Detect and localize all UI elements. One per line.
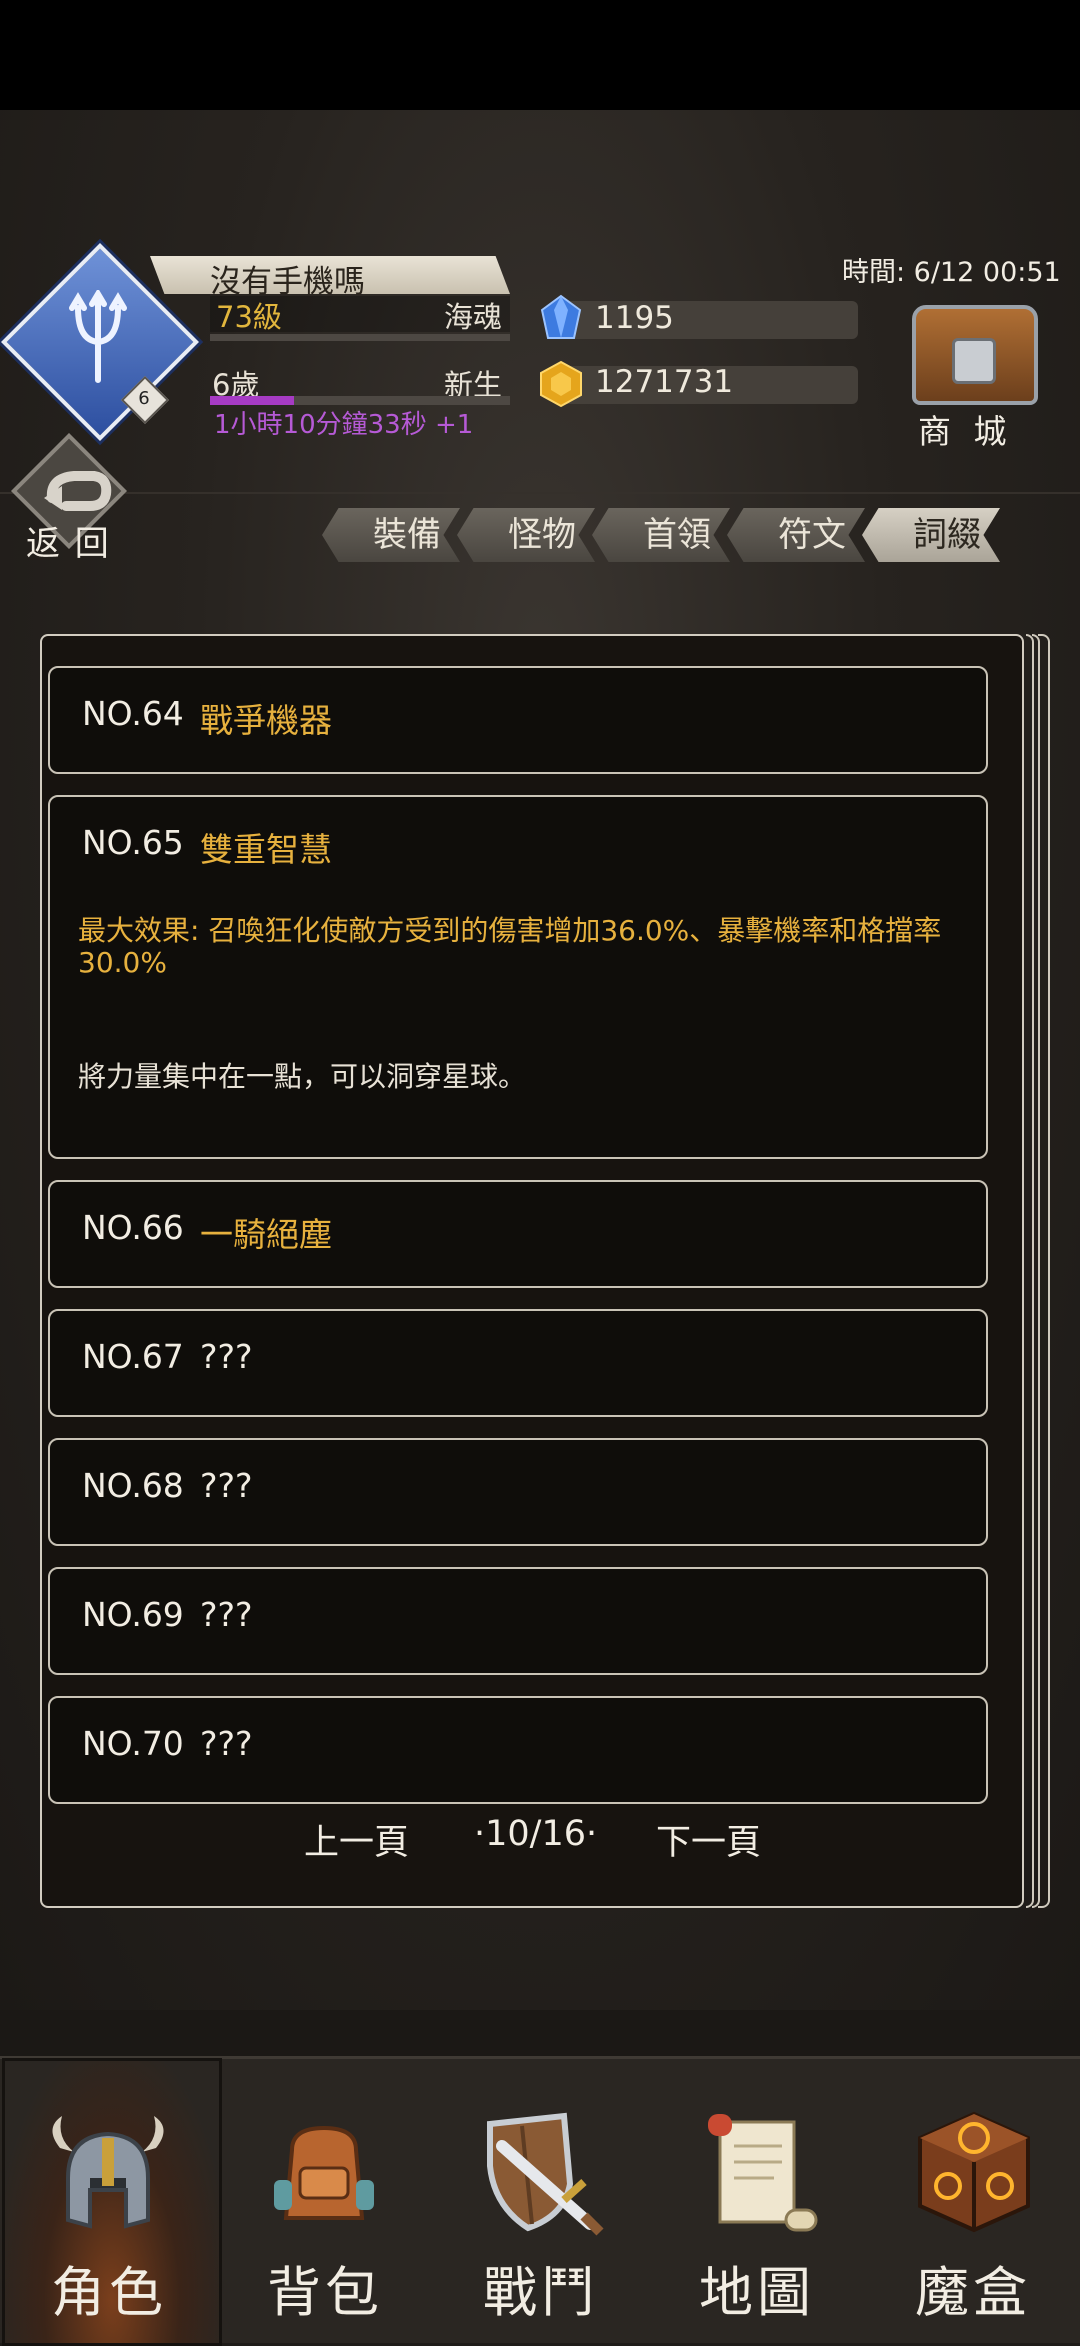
- sword-shield-icon: [487, 2112, 604, 2236]
- entry-name: 戰爭機器: [200, 701, 332, 740]
- back-label[interactable]: 返 回: [26, 516, 111, 565]
- entry-name: ???: [200, 1337, 253, 1376]
- tab-bosses-label[interactable]: 首領: [608, 511, 746, 559]
- list-item[interactable]: NO.69 ???: [48, 1567, 988, 1675]
- blue-gem-icon: [540, 294, 582, 339]
- nav-backpack-label[interactable]: 背包: [218, 2248, 432, 2327]
- magic-box-icon: [918, 2111, 1030, 2233]
- age-timer: 1小時10分鐘33秒 +1: [214, 410, 474, 440]
- status-bar: [0, 0, 1080, 110]
- list-item[interactable]: NO.68 ???: [48, 1438, 988, 1546]
- page-indicator: ·10/16·: [474, 1814, 598, 1854]
- backpack-icon: [274, 2125, 374, 2220]
- entry-name: ???: [200, 1724, 253, 1763]
- entry-number: NO.67: [82, 1337, 184, 1376]
- gold-count: 1271731: [595, 364, 734, 400]
- entry-name: 一騎絕塵: [200, 1215, 332, 1254]
- entry-flavor: 將力量集中在一點，可以洞穿星球。: [78, 1060, 527, 1093]
- next-page-button[interactable]: 下一頁: [656, 1814, 761, 1865]
- gold-gem-icon: [540, 360, 582, 408]
- gem-count: 1195: [595, 300, 674, 336]
- entry-number: NO.69: [82, 1595, 184, 1634]
- entry-number: NO.65: [82, 823, 184, 862]
- chest-lock-icon: [952, 338, 996, 384]
- header-divider: [0, 492, 1080, 494]
- tab-affixes-label[interactable]: 詞綴: [878, 511, 1016, 559]
- nav-magic-box-label[interactable]: 魔盒: [866, 2248, 1080, 2327]
- entry-name: ???: [200, 1595, 253, 1634]
- entry-number: NO.66: [82, 1208, 184, 1247]
- exp-bar: [210, 334, 510, 341]
- nav-character-label[interactable]: 角色: [2, 2248, 216, 2327]
- player-title: 海魂: [444, 300, 503, 334]
- tab-monsters-label[interactable]: 怪物: [473, 511, 611, 559]
- prev-page-button[interactable]: 上一頁: [304, 1814, 409, 1865]
- entry-number: NO.68: [82, 1466, 184, 1505]
- tab-equipment-label[interactable]: 裝備: [338, 511, 476, 559]
- list-item-expanded[interactable]: NO.65 雙重智慧 最大效果: 召喚狂化使敵方受到的傷害增加36.0%、暴擊機…: [48, 795, 988, 1159]
- book-page-edge: [1038, 634, 1050, 1908]
- scroll-map-icon: [708, 2114, 818, 2232]
- entry-effect: 最大效果: 召喚狂化使敵方受到的傷害增加36.0%、暴擊機率和格擋率30.0%: [78, 914, 942, 979]
- player-level: 73級: [216, 300, 282, 334]
- trident-icon: [69, 290, 127, 383]
- helmet-icon: [52, 2116, 164, 2229]
- server-clock: 時間: 6/12 00:51: [842, 257, 1061, 288]
- nav-map-label[interactable]: 地圖: [650, 2248, 864, 2327]
- tab-runes-label[interactable]: 符文: [743, 511, 881, 559]
- list-item[interactable]: NO.64 戰爭機器: [48, 666, 988, 774]
- entry-number: NO.70: [82, 1724, 184, 1763]
- entry-number: NO.64: [82, 694, 184, 733]
- list-item[interactable]: NO.70 ???: [48, 1696, 988, 1804]
- avatar-level-value: 6: [138, 388, 150, 409]
- list-item[interactable]: NO.67 ???: [48, 1309, 988, 1417]
- entry-name: ???: [200, 1466, 253, 1505]
- nav-battle-label[interactable]: 戰鬥: [434, 2248, 648, 2327]
- entry-name: 雙重智慧: [200, 830, 332, 869]
- shop-button-label[interactable]: 商 城: [918, 405, 1013, 453]
- list-item[interactable]: NO.66 一騎絕塵: [48, 1180, 988, 1288]
